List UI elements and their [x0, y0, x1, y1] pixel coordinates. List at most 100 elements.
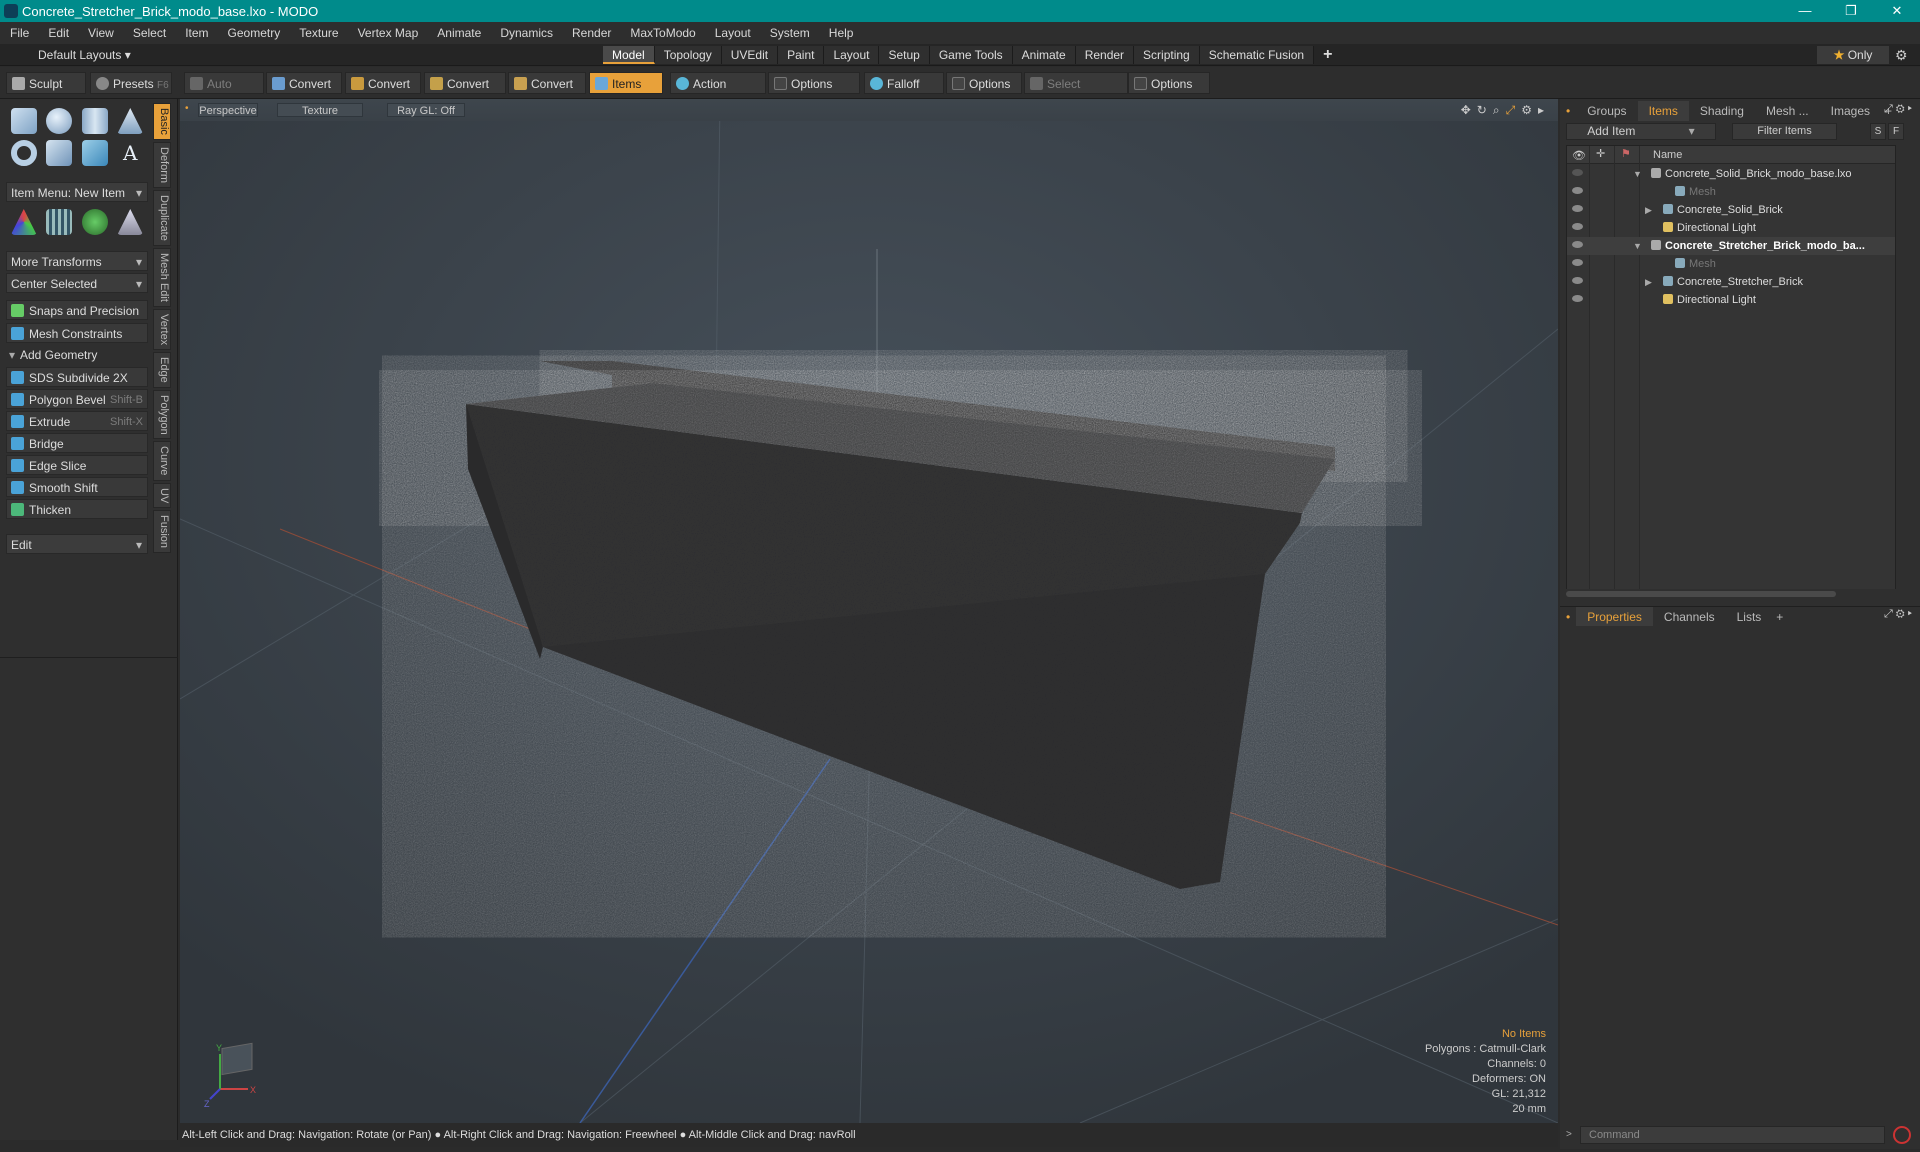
- menu-view[interactable]: View: [78, 26, 123, 40]
- zoom-icon[interactable]: ⌕: [1493, 103, 1500, 118]
- 3d-viewport[interactable]: X Y Z • Perspective Texture Ray GL: Off …: [180, 99, 1558, 1123]
- only-button[interactable]: ★ Only: [1817, 46, 1889, 64]
- add-geometry-header[interactable]: Add Geometry: [6, 345, 148, 365]
- tab-images[interactable]: Images: [1820, 101, 1881, 121]
- menu-animate[interactable]: Animate: [427, 26, 490, 40]
- tree-row[interactable]: Directional Light: [1567, 291, 1895, 309]
- vtab-vertex[interactable]: Vertex: [153, 308, 171, 350]
- tab-paint[interactable]: Paint: [778, 46, 825, 64]
- edit-dropdown[interactable]: Edit: [6, 534, 148, 555]
- menu-system[interactable]: System: [760, 26, 819, 40]
- sds-subdivide-button[interactable]: SDS Subdivide 2X: [6, 367, 148, 387]
- eye-icon[interactable]: [1572, 241, 1583, 248]
- close-button[interactable]: ✕: [1874, 0, 1920, 22]
- tree-row[interactable]: ▶ Concrete_Solid_Brick: [1567, 201, 1895, 219]
- select-through-button[interactable]: Select Through: [1024, 72, 1128, 113]
- name-column-header[interactable]: Name: [1653, 149, 1682, 161]
- tree-row[interactable]: Mesh: [1567, 255, 1895, 273]
- tab-model[interactable]: Model: [603, 46, 655, 64]
- menu-render[interactable]: Render: [562, 26, 620, 40]
- tree-row[interactable]: Mesh: [1567, 183, 1895, 201]
- mesh-constraints-button[interactable]: Mesh Constraints: [6, 323, 148, 343]
- filter-items-input[interactable]: Filter Items: [1732, 123, 1837, 140]
- raygl-dropdown[interactable]: Ray GL: Off: [387, 103, 465, 117]
- record-icon[interactable]: [1893, 1126, 1911, 1144]
- vtab-polygon[interactable]: Polygon: [153, 389, 171, 440]
- tree-row[interactable]: ▼ Concrete_Solid_Brick_modo_base.lxo: [1567, 165, 1895, 183]
- menu-dynamics[interactable]: Dynamics: [490, 26, 562, 40]
- menu-file[interactable]: File: [0, 26, 38, 40]
- sphere-icon[interactable]: [46, 108, 73, 134]
- maximize-button[interactable]: ❐: [1828, 0, 1874, 22]
- shading-dropdown[interactable]: Texture: [277, 103, 363, 117]
- eye-icon[interactable]: [1572, 277, 1583, 284]
- menu-vertex-map[interactable]: Vertex Map: [348, 26, 428, 40]
- item-menu-dropdown[interactable]: Item Menu: New Item: [6, 182, 148, 203]
- vtab-uv[interactable]: UV: [153, 482, 171, 509]
- tube-icon[interactable]: [46, 140, 73, 166]
- vtab-mesh-edit[interactable]: Mesh Edit: [153, 247, 171, 307]
- render-column-icon[interactable]: ⚑: [1621, 147, 1631, 160]
- command-input[interactable]: Command: [1580, 1126, 1885, 1144]
- tab-setup[interactable]: Setup: [879, 46, 930, 64]
- text-icon[interactable]: A: [117, 140, 143, 166]
- sculpt-button[interactable]: Sculpt: [6, 72, 86, 94]
- view-type-dropdown[interactable]: Perspective: [198, 103, 258, 117]
- filter-s-button[interactable]: S: [1870, 123, 1886, 140]
- vtab-curve[interactable]: Curve: [153, 441, 171, 481]
- vtab-deform[interactable]: Deform: [153, 141, 171, 188]
- menu-item[interactable]: Item: [175, 26, 217, 40]
- convert-edges-button[interactable]: Convert: [345, 72, 421, 94]
- tab-properties[interactable]: Properties: [1576, 607, 1653, 626]
- tab-uvedit[interactable]: UVEdit: [721, 46, 779, 64]
- add-properties-tab-button[interactable]: +: [1772, 607, 1787, 626]
- presets-button[interactable]: Presets F6: [90, 72, 172, 94]
- thicken-button[interactable]: Thicken: [6, 499, 148, 519]
- action-center-button[interactable]: Action Center: [670, 72, 766, 113]
- eye-icon[interactable]: [1572, 169, 1583, 176]
- default-layouts-dropdown[interactable]: Default Layouts ▾: [10, 44, 131, 66]
- gear-icon[interactable]: ⚙: [1895, 47, 1908, 64]
- menu-help[interactable]: Help: [819, 26, 863, 40]
- vtab-basic[interactable]: Basic: [153, 103, 171, 140]
- grid-icon[interactable]: [46, 209, 73, 235]
- extrude-button[interactable]: Extrude Shift-X: [6, 411, 148, 431]
- tree-scrollbar[interactable]: [1566, 589, 1896, 599]
- options-button-1[interactable]: Options: [768, 72, 860, 94]
- tree-row[interactable]: Directional Light: [1567, 219, 1895, 237]
- fit-icon[interactable]: ⤢: [1506, 103, 1516, 118]
- torus-icon[interactable]: [10, 140, 37, 166]
- expand-arrow-icon[interactable]: ▶: [1645, 273, 1652, 291]
- tab-render[interactable]: Render: [1075, 46, 1135, 64]
- viewport-gear-icon[interactable]: ⚙: [1521, 103, 1532, 118]
- tab-groups[interactable]: Groups: [1576, 101, 1637, 121]
- visibility-column-icon[interactable]: 👁: [1572, 149, 1586, 162]
- tab-topology[interactable]: Topology: [654, 46, 722, 64]
- vtab-duplicate[interactable]: Duplicate: [153, 189, 171, 246]
- tab-channels[interactable]: Channels: [1653, 607, 1726, 626]
- more-transforms-dropdown[interactable]: More Transforms: [6, 251, 148, 272]
- rotate-view-icon[interactable]: ↻: [1477, 103, 1487, 118]
- bridge-button[interactable]: Bridge: [6, 433, 148, 453]
- lock-column-icon[interactable]: ✛: [1596, 147, 1605, 160]
- tab-game-tools[interactable]: Game Tools: [929, 46, 1013, 64]
- vtab-edge[interactable]: Edge: [153, 351, 171, 388]
- options-button-2[interactable]: Options: [946, 72, 1022, 94]
- convert-vertices-button[interactable]: Convert: [266, 72, 342, 94]
- viewport-menu-icon[interactable]: ▸: [1538, 103, 1544, 118]
- filter-f-button[interactable]: F: [1888, 123, 1904, 140]
- tree-row[interactable]: ▼ Concrete_Stretcher_Brick_modo_ba...: [1567, 237, 1895, 255]
- edge-slice-button[interactable]: Edge Slice: [6, 455, 148, 475]
- add-tab-button[interactable]: +: [1314, 46, 1341, 64]
- tab-schematic-fusion[interactable]: Schematic Fusion: [1199, 46, 1315, 64]
- tab-lists[interactable]: Lists: [1726, 607, 1773, 626]
- transform-icon[interactable]: [10, 209, 37, 235]
- pan-icon[interactable]: ✥: [1461, 103, 1471, 118]
- panel-controls-icon[interactable]: ⤢ ⚙ ▸: [1884, 103, 1912, 116]
- tab-shading[interactable]: Shading: [1689, 101, 1755, 121]
- menu-geometry[interactable]: Geometry: [218, 26, 290, 40]
- menu-maxtomodo[interactable]: MaxToModo: [620, 26, 704, 40]
- auto-select-button[interactable]: Auto Select: [184, 72, 264, 113]
- eye-icon[interactable]: [1572, 187, 1583, 194]
- snaps-precision-button[interactable]: Snaps and Precision: [6, 300, 148, 320]
